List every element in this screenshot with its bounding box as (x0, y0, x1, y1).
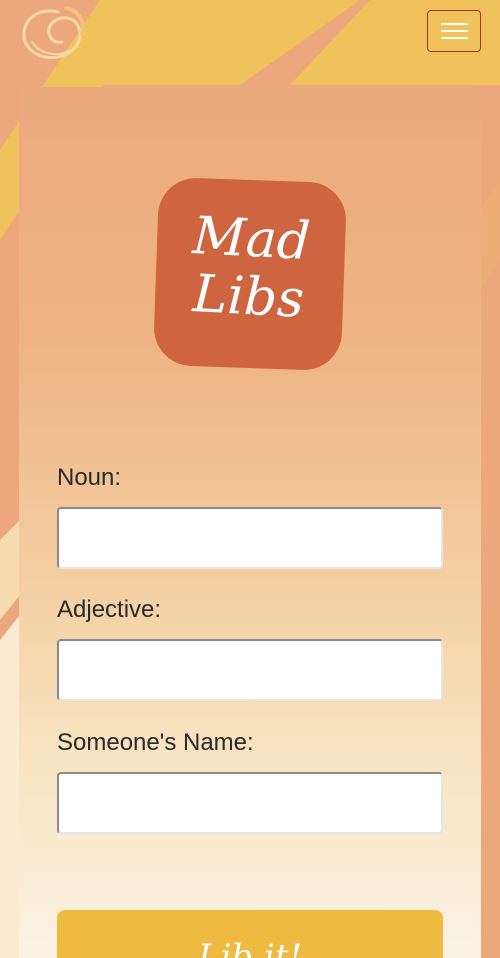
noun-label: Noun: (57, 464, 122, 491)
lib-it-button[interactable]: Lib it! (57, 910, 443, 958)
logo-line-2: Libs (191, 264, 306, 330)
logo-line-1: Mad (191, 206, 312, 273)
hamburger-menu-icon (441, 23, 468, 25)
menu-toggle-button[interactable] (427, 10, 481, 52)
swirl-logo-icon[interactable] (18, 4, 90, 66)
name-label: Someone's Name: (57, 729, 254, 756)
adjective-input[interactable] (57, 639, 443, 701)
name-input[interactable] (57, 772, 443, 834)
hamburger-bar (441, 37, 468, 39)
adjective-label: Adjective: (57, 596, 162, 623)
page: Mad Libs Noun: Adjective: Someone's Name… (0, 0, 500, 958)
noun-input[interactable] (57, 507, 443, 569)
logo-text: Mad Libs (147, 205, 353, 331)
lib-it-label: Lib it! (197, 937, 303, 958)
mad-libs-logo: Mad Libs (150, 176, 350, 376)
hamburger-bar (441, 30, 468, 32)
